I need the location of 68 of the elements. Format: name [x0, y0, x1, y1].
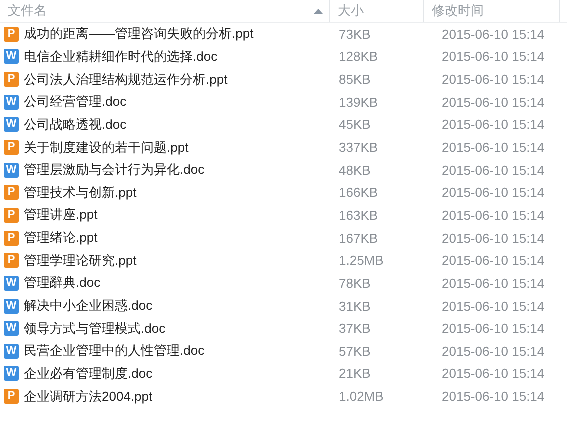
- document-file-icon: W: [4, 162, 19, 178]
- modified-date: 2015-06-10 15:14: [442, 49, 545, 64]
- modified-date: 2015-06-10 15:14: [442, 208, 545, 223]
- modified-date: 2015-06-10 15:14: [442, 94, 545, 110]
- file-size: 337KB: [339, 140, 378, 156]
- file-size: 167KB: [339, 230, 378, 246]
- file-name[interactable]: 解决中小企业困惑.doc: [24, 297, 153, 315]
- modified-date: 2015-06-10 15:14: [442, 389, 545, 404]
- file-size: 31KB: [339, 298, 371, 314]
- file-size: 166KB: [339, 185, 378, 200]
- file-name[interactable]: 管理绪论.ppt: [24, 229, 98, 248]
- presentation-file-icon: P: [4, 140, 19, 156]
- file-name[interactable]: 公司法人治理结构规范运作分析.ppt: [24, 70, 228, 89]
- file-name[interactable]: 电信企业精耕细作时代的选择.doc: [24, 48, 218, 66]
- file-size: 78KB: [339, 276, 371, 291]
- file-name[interactable]: 成功的距离——管理咨询失败的分析.ppt: [24, 25, 254, 44]
- file-name[interactable]: 企业必有管理制度.doc: [24, 364, 153, 383]
- file-size: 57KB: [339, 344, 371, 359]
- file-size: 163KB: [339, 208, 378, 223]
- presentation-file-icon: P: [4, 26, 19, 42]
- file-name[interactable]: 管理讲座.ppt: [24, 206, 98, 224]
- file-name[interactable]: 企业调研方法2004.ppt: [24, 388, 153, 406]
- file-name[interactable]: 公司经营管理.doc: [24, 93, 127, 112]
- modified-date: 2015-06-10 15:14: [442, 140, 545, 156]
- modified-date: 2015-06-10 15:14: [442, 253, 545, 268]
- modified-date: 2015-06-10 15:14: [442, 26, 545, 42]
- presentation-file-icon: P: [4, 72, 19, 88]
- modified-date: 2015-06-10 15:14: [442, 298, 545, 314]
- file-name[interactable]: 管理辭典.doc: [24, 274, 101, 292]
- modified-date: 2015-06-10 15:14: [442, 276, 545, 291]
- file-name[interactable]: 管理技术与创新.ppt: [24, 184, 137, 202]
- modified-date: 2015-06-10 15:14: [442, 344, 545, 359]
- modified-date: 2015-06-10 15:14: [442, 162, 545, 178]
- document-file-icon: W: [4, 344, 19, 359]
- document-file-icon: W: [4, 321, 19, 336]
- presentation-file-icon: P: [4, 230, 19, 246]
- presentation-file-icon: P: [4, 253, 19, 268]
- document-file-icon: W: [4, 117, 19, 132]
- modified-date: 2015-06-10 15:14: [442, 117, 545, 132]
- file-name[interactable]: 管理学理论研究.ppt: [24, 252, 137, 270]
- document-file-icon: W: [4, 49, 19, 64]
- file-size: 45KB: [339, 117, 371, 132]
- file-size: 139KB: [339, 94, 378, 110]
- file-size: 48KB: [339, 162, 371, 178]
- file-size: 85KB: [339, 72, 371, 88]
- file-name[interactable]: 关于制度建设的若干问题.ppt: [24, 138, 189, 157]
- file-size: 37KB: [339, 321, 371, 336]
- document-file-icon: W: [4, 366, 19, 382]
- file-size: 21KB: [339, 366, 371, 382]
- file-size: 73KB: [339, 26, 371, 42]
- file-size: 1.25MB: [339, 253, 384, 268]
- file-name[interactable]: 民营企业管理中的人性管理.doc: [24, 342, 205, 360]
- modified-date: 2015-06-10 15:14: [442, 185, 545, 200]
- presentation-file-icon: P: [4, 389, 19, 404]
- file-name[interactable]: 领导方式与管理模式.doc: [24, 320, 166, 338]
- file-size: 1.02MB: [339, 389, 384, 404]
- file-name[interactable]: 公司战略透视.doc: [24, 116, 127, 134]
- modified-date: 2015-06-10 15:14: [442, 321, 545, 336]
- presentation-file-icon: P: [4, 208, 19, 223]
- file-size: 128KB: [339, 49, 378, 64]
- file-name[interactable]: 管理层激励与会计行为异化.doc: [24, 161, 205, 180]
- presentation-file-icon: P: [4, 185, 19, 200]
- modified-date: 2015-06-10 15:14: [442, 72, 545, 88]
- modified-date: 2015-06-10 15:14: [442, 366, 545, 382]
- document-file-icon: W: [4, 298, 19, 314]
- document-file-icon: W: [4, 94, 19, 110]
- document-file-icon: W: [4, 276, 19, 291]
- modified-date: 2015-06-10 15:14: [442, 230, 545, 246]
